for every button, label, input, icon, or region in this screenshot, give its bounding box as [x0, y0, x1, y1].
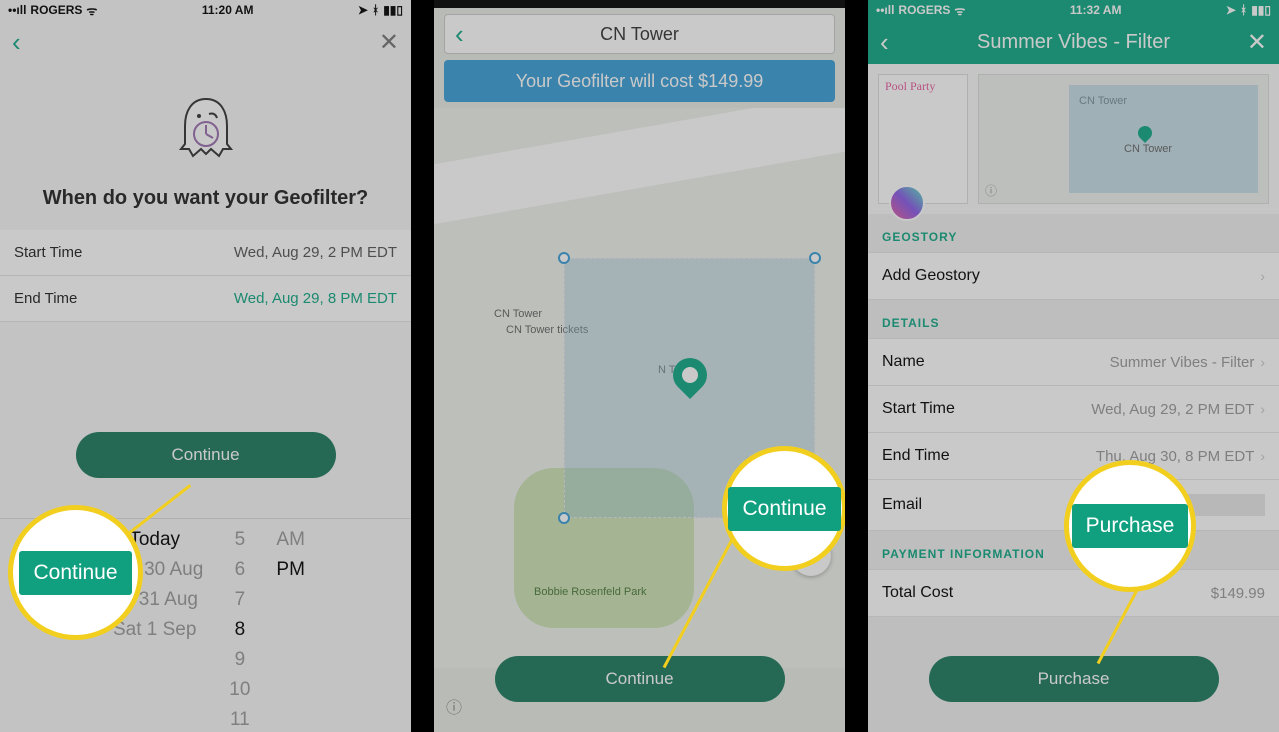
signal-icon: ••ıll: [876, 3, 894, 17]
handle-ne[interactable]: [809, 252, 821, 264]
nav-bar: ‹ Summer Vibes - Filter ✕: [868, 20, 1279, 64]
picker-ampm-col[interactable]: AMPM: [276, 525, 305, 732]
purchase-button[interactable]: Purchase: [929, 656, 1219, 702]
callout-circle: Continue: [722, 446, 845, 571]
hero: When do you want your Geofilter?: [0, 64, 411, 230]
carrier: ROGERS: [898, 3, 950, 17]
total-cost-row: Total Cost $149.99: [868, 569, 1279, 617]
status-time: 11:20 AM: [202, 3, 254, 17]
total-cost-label: Total Cost: [882, 584, 953, 602]
location-icon: ➤: [358, 3, 368, 17]
end-time-row[interactable]: End Time Thu, Aug 30, 8 PM EDT›: [868, 433, 1279, 480]
name-row[interactable]: Name Summer Vibes - Filter ›: [868, 338, 1279, 386]
ghost-clock-icon: [171, 94, 241, 164]
screen-map: ‹ CN Tower Your Geofilter will cost $149…: [434, 0, 845, 732]
start-time-row[interactable]: Start Time Wed, Aug 29, 2 PM EDT ›: [868, 386, 1279, 433]
map-selection: [1069, 85, 1258, 193]
filter-preview[interactable]: Pool Party: [878, 74, 968, 204]
status-bar: ••ıll ROGERS ᯤ 11:32 AM ➤ ᚼ ▮▮▯: [868, 0, 1279, 20]
map-label-park: Bobbie Rosenfeld Park: [534, 586, 647, 598]
filter-preview-label: Pool Party: [885, 79, 935, 94]
location-title: CN Tower: [445, 24, 834, 45]
start-time-label: Start Time: [14, 244, 82, 261]
close-icon[interactable]: ✕: [1247, 28, 1267, 57]
start-time-value: Wed, Aug 29, 2 PM EDT: [1091, 401, 1254, 418]
cost-banner: Your Geofilter will cost $149.99: [444, 60, 835, 102]
map-label-cn: CN Tower: [494, 308, 542, 320]
map[interactable]: CN Tower CN Tower tickets N Tower Bobbie…: [434, 108, 845, 668]
callout-circle: Continue: [8, 505, 143, 640]
signal-icon: ••ıll: [8, 3, 26, 17]
callout-button: Continue: [19, 551, 131, 595]
screen-time: ••ıll ROGERS ᯤ 11:20 AM ➤ ᚼ ▮▮▯ ‹ ✕ When d…: [0, 0, 411, 732]
preview-row: Pool Party CN Tower CN Tower ⓘ: [868, 64, 1279, 214]
page-title: Summer Vibes - Filter: [868, 31, 1279, 54]
close-icon[interactable]: ✕: [379, 28, 399, 57]
add-geostory-label: Add Geostory: [882, 267, 980, 285]
end-time-value: Wed, Aug 29, 8 PM EDT: [234, 290, 397, 307]
map-preview[interactable]: CN Tower CN Tower ⓘ: [978, 74, 1269, 204]
picker-hour-col[interactable]: 567891011: [229, 525, 250, 732]
details-heading: DETAILS: [868, 300, 1279, 338]
handle-nw[interactable]: [558, 252, 570, 264]
info-icon[interactable]: ⓘ: [446, 694, 462, 718]
wifi-icon: ᯤ: [954, 2, 965, 19]
end-time-row[interactable]: End Time Wed, Aug 29, 8 PM EDT: [0, 276, 411, 322]
chevron-right-icon: ›: [1260, 401, 1265, 417]
bluetooth-icon: ᚼ: [372, 3, 379, 17]
avatar-icon: [889, 185, 925, 221]
chevron-right-icon: ›: [1260, 268, 1265, 284]
end-time-label: End Time: [14, 290, 77, 307]
map-label: CN Tower: [1124, 143, 1172, 155]
nav-bar: ‹ ✕: [0, 20, 411, 64]
add-geostory-row[interactable]: Add Geostory ›: [868, 252, 1279, 300]
chevron-right-icon: ›: [1260, 448, 1265, 464]
start-time-value: Wed, Aug 29, 2 PM EDT: [234, 244, 397, 261]
back-icon[interactable]: ‹: [880, 27, 889, 58]
status-bar: ••ıll ROGERS ᯤ 11:20 AM ➤ ᚼ ▮▮▯: [0, 0, 411, 20]
callout-circle: Purchase: [1064, 460, 1196, 592]
location-bar[interactable]: ‹ CN Tower: [444, 14, 835, 54]
info-icon[interactable]: ⓘ: [985, 182, 997, 199]
callout-button: Continue: [728, 487, 840, 531]
handle-sw[interactable]: [558, 512, 570, 524]
battery-icon: ▮▮▯: [1251, 3, 1271, 17]
chevron-right-icon: ›: [1260, 354, 1265, 370]
back-icon[interactable]: ‹: [12, 27, 21, 58]
start-time-row[interactable]: Start Time Wed, Aug 29, 2 PM EDT: [0, 230, 411, 276]
wifi-icon: ᯤ: [86, 2, 97, 19]
status-time: 11:32 AM: [1070, 3, 1122, 17]
map-pin-icon: [665, 351, 713, 399]
screen-purchase: ••ıll ROGERS ᯤ 11:32 AM ➤ ᚼ ▮▮▯ ‹ Summer V…: [868, 0, 1279, 732]
total-cost-value: $149.99: [1211, 585, 1265, 602]
continue-button[interactable]: Continue: [495, 656, 785, 702]
bluetooth-icon: ᚼ: [1240, 3, 1247, 17]
continue-button[interactable]: Continue: [76, 432, 336, 478]
geostory-heading: GEOSTORY: [868, 214, 1279, 252]
callout-button: Purchase: [1072, 504, 1189, 548]
email-label: Email: [882, 496, 922, 514]
carrier: ROGERS: [30, 3, 82, 17]
end-time-label: End Time: [882, 447, 950, 465]
name-value: Summer Vibes - Filter: [1110, 354, 1255, 371]
battery-icon: ▮▮▯: [383, 3, 403, 17]
location-icon: ➤: [1226, 3, 1236, 17]
name-label: Name: [882, 353, 925, 371]
start-time-label: Start Time: [882, 400, 955, 418]
question-heading: When do you want your Geofilter?: [20, 187, 391, 210]
